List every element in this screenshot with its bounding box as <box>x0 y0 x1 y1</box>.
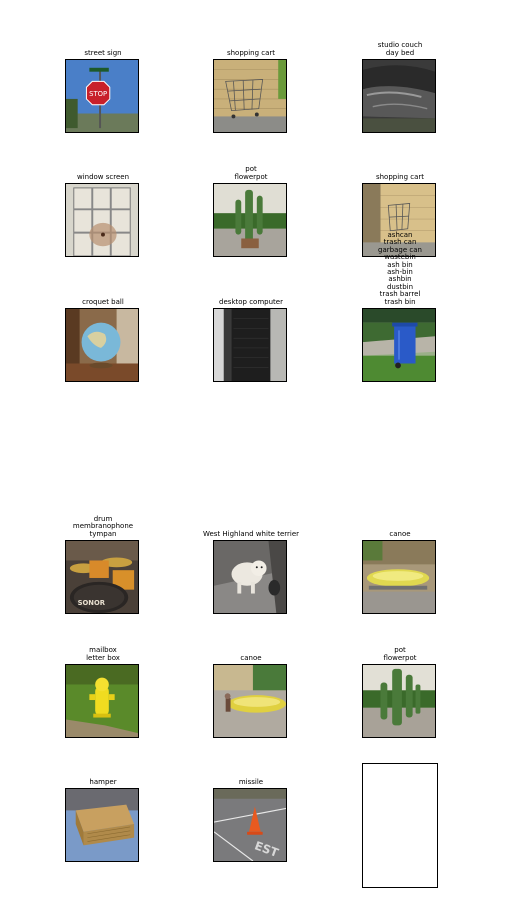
caption-missile: missile <box>238 777 264 786</box>
image-window-screen <box>65 183 139 257</box>
image-pot-2 <box>362 664 436 738</box>
caption-shopping-cart-1: shopping cart <box>226 48 276 57</box>
caption-ashcan: ashcan trash can garbage can wastebin as… <box>378 230 422 306</box>
image-studio-couch <box>362 59 436 133</box>
image-mailbox <box>65 664 139 738</box>
caption-drum: drum membranophone tympan <box>72 514 134 538</box>
caption-mailbox: mailbox letter box <box>86 646 120 662</box>
caption-croquet-ball: croquet ball <box>82 297 124 306</box>
image-street-sign: STOP <box>65 59 139 133</box>
caption-canoe-2: canoe <box>240 653 262 662</box>
image-desktop-computer <box>213 308 287 382</box>
image-hamper <box>65 788 139 862</box>
stop-sign-text: STOP <box>89 90 107 98</box>
image-pot-1 <box>213 183 287 257</box>
caption-pot-2: pot flowerpot <box>383 646 417 662</box>
caption-pot-1: pot flowerpot <box>234 165 268 181</box>
caption-desktop-computer: desktop computer <box>219 297 283 306</box>
drum-brand-text: SONOR <box>78 599 106 607</box>
caption-hamper: hamper <box>89 777 117 786</box>
caption-canoe-1: canoe <box>389 529 411 538</box>
caption-window-screen: window screen <box>76 172 130 181</box>
image-croquet-ball <box>65 308 139 382</box>
image-missile: EST <box>213 788 287 862</box>
caption-terrier: West Highland white terrier <box>202 529 300 538</box>
caption-street-sign: street sign <box>84 48 122 57</box>
image-ashcan <box>362 308 436 382</box>
image-shopping-cart-1 <box>213 59 287 133</box>
image-canoe-1 <box>362 540 436 614</box>
image-terrier <box>213 540 287 614</box>
image-canoe-2 <box>213 664 287 738</box>
caption-shopping-cart-2: shopping cart <box>375 172 425 181</box>
image-drum: SONOR <box>65 540 139 614</box>
caption-studio-couch: studio couch day bed <box>377 41 423 57</box>
empty-panel <box>362 763 438 888</box>
